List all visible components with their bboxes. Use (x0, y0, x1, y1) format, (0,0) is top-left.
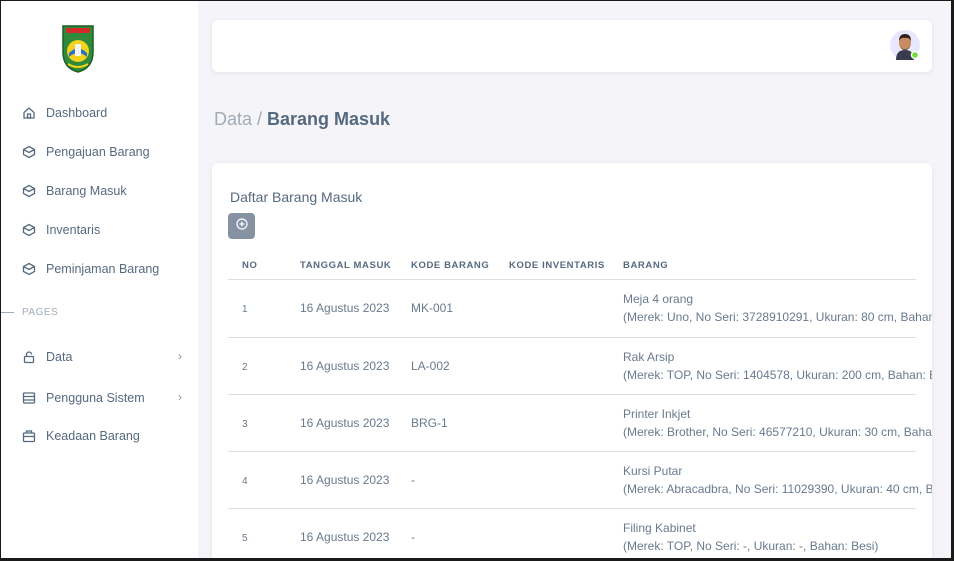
sidebar-item-label: Data (46, 350, 73, 364)
cell-kode-barang: - (411, 473, 415, 487)
user-avatar[interactable] (890, 30, 920, 60)
breadcrumb-parent[interactable]: Data / (214, 109, 267, 129)
table-row[interactable]: 3 16 Agustus 2023 BRG-1 Printer Inkjet (… (212, 395, 932, 452)
cell-no: 1 (242, 304, 248, 315)
cell-kode-barang: MK-001 (411, 301, 454, 315)
barang-name: Rak Arsip (623, 350, 675, 364)
cell-kode-barang: - (411, 530, 415, 544)
page-title: Barang Masuk (267, 109, 391, 129)
home-icon (22, 106, 36, 120)
sidebar-item-peminjaman-barang[interactable]: Peminjaman Barang (22, 259, 182, 279)
cell-barang: Kursi Putar (Merek: Abracadbra, No Seri:… (623, 462, 932, 498)
cube-icon (22, 223, 36, 237)
barang-detail: (Merek: TOP, No Seri: -, Ukuran: -, Baha… (623, 539, 879, 553)
add-button[interactable] (228, 213, 255, 239)
plus-circle-icon (235, 217, 248, 235)
cell-tanggal: 16 Agustus 2023 (300, 416, 390, 430)
cube-icon (22, 145, 36, 159)
sidebar-item-inventaris[interactable]: Inventaris (22, 220, 182, 240)
cell-kode-barang: LA-002 (411, 359, 450, 373)
cell-no: 4 (242, 476, 248, 487)
cell-tanggal: 16 Agustus 2023 (300, 359, 390, 373)
province-logo[interactable] (60, 22, 96, 74)
cell-tanggal: 16 Agustus 2023 (300, 301, 390, 315)
sidebar-item-label: Dashboard (46, 106, 108, 120)
lock-icon (22, 350, 36, 364)
divider (0, 312, 14, 313)
barang-name: Meja 4 orang (623, 292, 694, 306)
sidebar-item-barang-masuk[interactable]: Barang Masuk (22, 181, 182, 201)
cell-barang: Meja 4 orang (Merek: Uno, No Seri: 37289… (623, 290, 932, 326)
layout-icon (22, 391, 36, 405)
table-row[interactable]: 2 16 Agustus 2023 LA-002 Rak Arsip (Mere… (212, 338, 932, 395)
box-icon (22, 429, 36, 443)
cell-no: 3 (242, 419, 248, 430)
table-row[interactable]: 5 16 Agustus 2023 - Filing Kabinet (Mere… (212, 509, 932, 558)
sidebar-item-data[interactable]: Data › (22, 347, 182, 367)
card-title: Daftar Barang Masuk (230, 189, 363, 205)
pages-section-header: PAGES (0, 307, 58, 318)
column-header-tanggal-masuk[interactable]: TANGGAL MASUK (300, 260, 391, 271)
cell-tanggal: 16 Agustus 2023 (300, 530, 390, 544)
table-row[interactable]: 4 16 Agustus 2023 - Kursi Putar (Merek: … (212, 452, 932, 509)
barang-detail: (Merek: Abracadbra, No Seri: 11029390, U… (623, 482, 932, 496)
sidebar-item-label: Barang Masuk (46, 184, 127, 198)
column-header-kode-inventaris[interactable]: KODE INVENTARIS (509, 260, 605, 271)
barang-name: Filing Kabinet (623, 521, 696, 535)
column-header-no[interactable]: NO (242, 260, 257, 271)
column-header-kode-barang[interactable]: KODE BARANG (411, 260, 489, 271)
chevron-right-icon: › (178, 390, 182, 404)
cube-icon (22, 184, 36, 198)
main-content: Data / Barang Masuk Daftar Barang Masuk … (198, 0, 951, 558)
chevron-right-icon: › (178, 349, 182, 363)
sidebar-item-label: Keadaan Barang (46, 429, 140, 443)
barang-detail: (Merek: TOP, No Seri: 1404578, Ukuran: 2… (623, 368, 932, 382)
sidebar-item-dashboard[interactable]: Dashboard (22, 103, 182, 123)
table-row[interactable]: 1 16 Agustus 2023 MK-001 Meja 4 orang (M… (212, 280, 932, 337)
sidebar: Dashboard Pengajuan Barang Barang Masuk … (0, 0, 198, 561)
barang-detail: (Merek: Uno, No Seri: 3728910291, Ukuran… (623, 310, 932, 324)
cell-no: 5 (242, 533, 248, 544)
cube-icon (22, 262, 36, 276)
barang-name: Printer Inkjet (623, 407, 691, 421)
barang-name: Kursi Putar (623, 464, 683, 478)
sidebar-item-pengajuan-barang[interactable]: Pengajuan Barang (22, 142, 182, 162)
sidebar-item-label: Pengajuan Barang (46, 145, 150, 159)
column-header-barang[interactable]: BARANG (623, 260, 668, 271)
cell-barang: Rak Arsip (Merek: TOP, No Seri: 1404578,… (623, 348, 932, 384)
sidebar-item-keadaan-barang[interactable]: Keadaan Barang (22, 426, 182, 446)
breadcrumb: Data / Barang Masuk (214, 109, 390, 130)
cell-barang: Filing Kabinet (Merek: TOP, No Seri: -, … (623, 519, 932, 555)
sidebar-item-label: Pengguna Sistem (46, 391, 145, 405)
table-card: Daftar Barang Masuk NO TANGGAL MASUK KOD… (212, 163, 932, 558)
sidebar-item-label: Peminjaman Barang (46, 262, 160, 276)
top-navbar (212, 20, 932, 72)
table-header: NO TANGGAL MASUK KODE BARANG KODE INVENT… (212, 249, 932, 279)
cell-no: 2 (242, 362, 248, 373)
cell-barang: Printer Inkjet (Merek: Brother, No Seri:… (623, 405, 932, 441)
pages-header-label: PAGES (22, 307, 59, 318)
cell-kode-barang: BRG-1 (411, 416, 448, 430)
sidebar-item-label: Inventaris (46, 223, 101, 237)
barang-detail: (Merek: Brother, No Seri: 46577210, Ukur… (623, 425, 932, 439)
cell-tanggal: 16 Agustus 2023 (300, 473, 390, 487)
sidebar-item-pengguna-sistem[interactable]: Pengguna Sistem › (22, 388, 182, 408)
